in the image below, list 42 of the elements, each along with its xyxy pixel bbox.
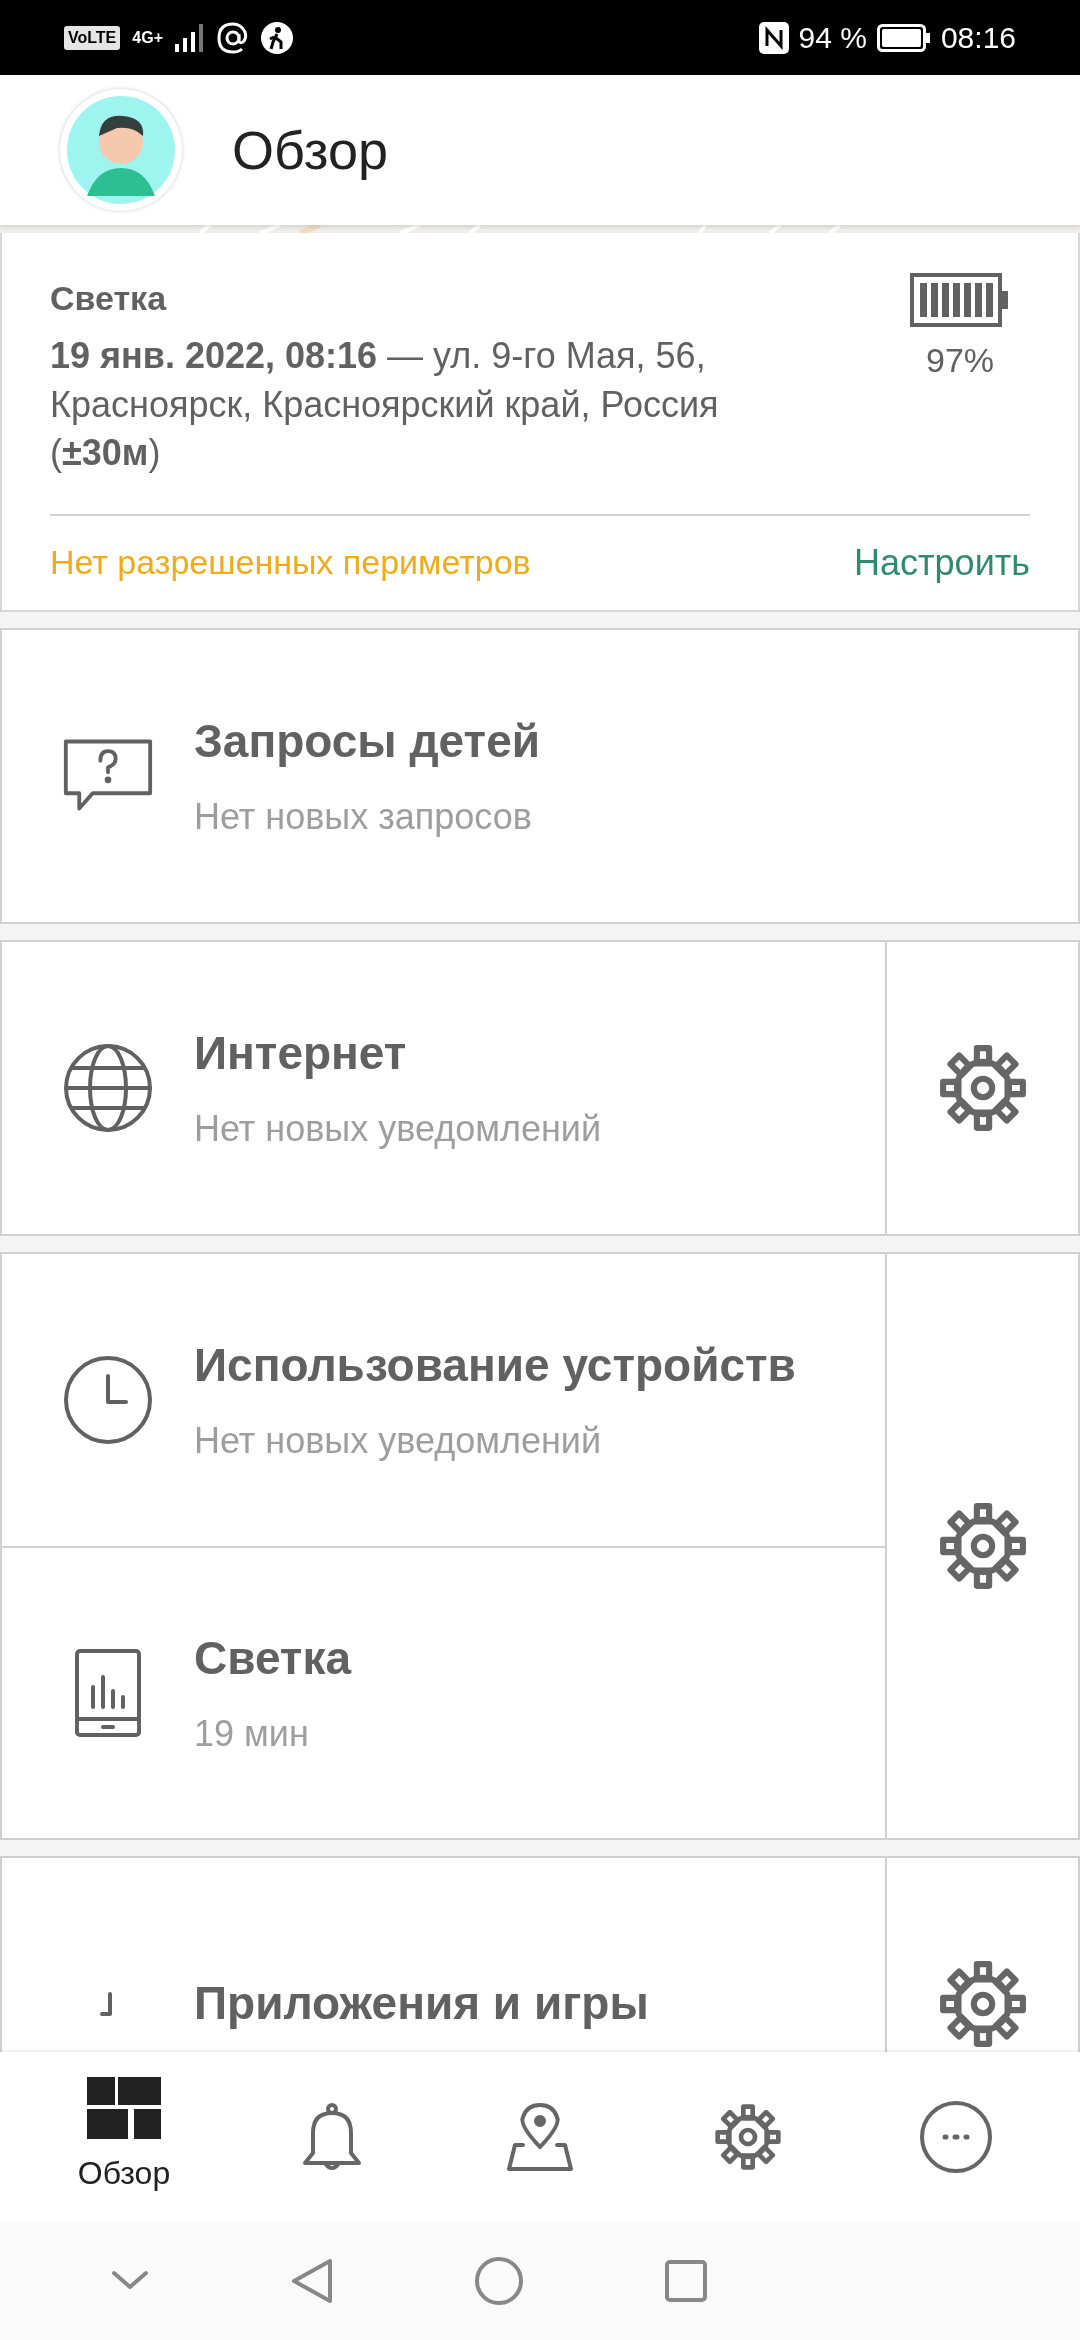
battery-icon <box>910 273 1010 327</box>
feature-title: Приложения и игры <box>194 1976 649 2032</box>
settings-icon[interactable] <box>713 2102 783 2172</box>
network-label: 4G+ <box>132 27 163 48</box>
feature-row[interactable]: Интернет Нет новых уведомлений <box>2 941 885 1234</box>
battery-icon <box>876 23 931 52</box>
feature-title: Интернет <box>194 1026 408 1082</box>
feature-row[interactable]: Использование устройств Нет новых уведомлений <box>2 1253 885 1546</box>
feature-title: Использование устройств <box>194 1338 796 1394</box>
setup-link[interactable]: Настроить <box>854 535 1030 590</box>
feature-subtitle: Нет новых уведомлений <box>194 1107 602 1152</box>
feature-row[interactable]: Светка 19 мин <box>2 1545 885 1838</box>
feature-subtitle: Нет новых уведомлений <box>194 1419 603 1464</box>
feature-title: Запросы детей <box>194 714 540 770</box>
recents-icon[interactable] <box>664 2259 708 2303</box>
page-title: Обзор <box>232 118 388 182</box>
tablet-chart-icon <box>73 1646 143 1739</box>
perimeters-status: Нет разрешенных периметров <box>50 542 531 584</box>
grid-icon <box>87 2077 161 2139</box>
battery-percent: 94 % <box>798 20 867 56</box>
home-icon[interactable] <box>474 2256 524 2306</box>
feature-row[interactable]: Приложения и игры <box>2 1857 885 2052</box>
feature-title: Светка <box>194 1631 351 1687</box>
map-pin-icon[interactable] <box>505 2101 575 2173</box>
battery-level: 97% <box>925 340 995 381</box>
feature-subtitle: Нет новых запросов <box>194 795 533 840</box>
feature-subtitle: 19 мин <box>194 1712 310 1757</box>
clock-icon <box>62 1353 154 1446</box>
back-icon[interactable] <box>290 2257 334 2305</box>
more-icon[interactable] <box>919 2100 993 2174</box>
nav-label: Обзор <box>77 2154 171 2193</box>
child-name: Светка <box>50 278 168 319</box>
at-icon <box>217 21 249 54</box>
volte-badge: VoLTE <box>64 25 121 50</box>
location-address: 19 янв. 2022, 08:16 — ул. 9-го Мая, 56, Красноярск, Красноярский край, Россия (±30м) <box>50 334 720 476</box>
nav-tab[interactable]: Обзор <box>44 2062 204 2212</box>
signal-icon <box>175 23 205 52</box>
globe-icon <box>62 1041 154 1134</box>
nfc-icon <box>758 21 789 54</box>
accessibility-icon <box>261 21 293 54</box>
clock: 08:16 <box>940 20 1016 56</box>
feature-row[interactable]: Запросы детей Нет новых запросов <box>2 629 1078 922</box>
